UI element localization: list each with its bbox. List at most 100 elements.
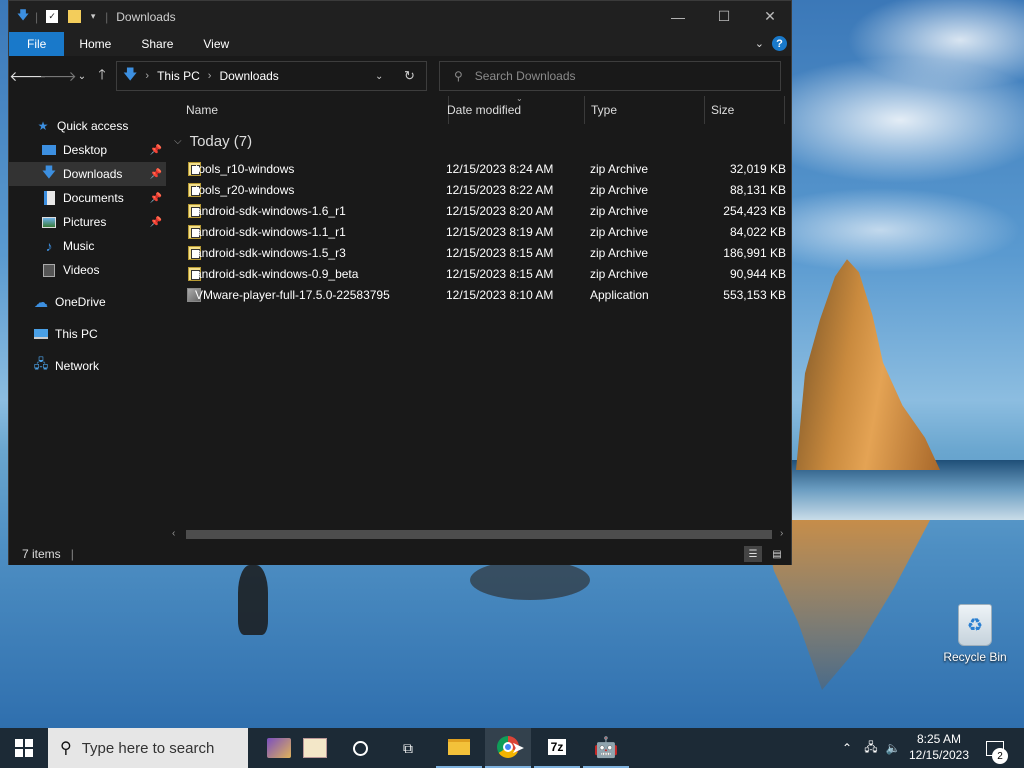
recycle-bin-label: Recycle Bin bbox=[943, 650, 1007, 664]
task-view-icon[interactable]: ⧉ bbox=[385, 728, 431, 768]
sidebar-item-network[interactable]: 🖧 Network bbox=[9, 354, 166, 378]
show-hidden-icons-chevron-icon[interactable]: ⌃ bbox=[838, 739, 856, 757]
file-date: 12/15/2023 8:20 AM bbox=[446, 203, 554, 218]
title-bar[interactable]: 🡇 | ✓ ▾ | Downloads — ☐ ✕ bbox=[9, 1, 791, 32]
seven-zip-label: 7z bbox=[547, 739, 567, 755]
title-separator: | bbox=[105, 9, 109, 24]
collapse-group-chevron-icon[interactable]: ⌵ bbox=[174, 136, 182, 147]
file-row[interactable]: tools_r10-windows 12/15/2023 8:24 AM zip… bbox=[186, 158, 786, 179]
sidebar-item-videos[interactable]: Videos bbox=[9, 258, 166, 282]
taskbar-clock[interactable]: 8:25 AM 12/15/2023 bbox=[905, 731, 973, 763]
search-box[interactable]: ⚲ bbox=[439, 61, 781, 91]
file-row[interactable]: VMware-player-full-17.5.0-22583795 12/15… bbox=[186, 284, 786, 305]
pin-icon[interactable]: 📌 bbox=[150, 217, 162, 228]
network-status-icon[interactable]: 🖧 bbox=[862, 739, 880, 757]
pin-icon[interactable]: 📌 bbox=[150, 193, 162, 204]
cloud-icon: ☁ bbox=[34, 293, 48, 310]
tab-file[interactable]: File bbox=[9, 32, 65, 56]
customize-quick-access-icon[interactable]: ▾ bbox=[85, 9, 101, 25]
sidebar-item-pictures[interactable]: Pictures 📌 bbox=[9, 210, 166, 234]
wallpaper-rock bbox=[796, 259, 940, 470]
back-arrow-icon[interactable]: 🡐 bbox=[9, 66, 47, 86]
expand-ribbon-chevron-icon[interactable]: ⌄ bbox=[755, 37, 764, 50]
large-icons-view-icon[interactable]: ▤ bbox=[768, 546, 786, 562]
tab-view[interactable]: View bbox=[188, 32, 244, 56]
pin-icon[interactable]: 📌 bbox=[150, 169, 162, 180]
sort-indicator-icon: ⌄ bbox=[516, 94, 523, 103]
column-header-size[interactable]: Size bbox=[705, 96, 785, 124]
breadcrumb-separator-icon[interactable]: › bbox=[145, 70, 149, 82]
group-header-today[interactable]: ⌵ Today (7) bbox=[174, 133, 252, 150]
sidebar-item-desktop[interactable]: Desktop 📌 bbox=[9, 138, 166, 162]
sidebar-item-label: OneDrive bbox=[55, 295, 106, 309]
file-date: 12/15/2023 8:22 AM bbox=[446, 182, 554, 197]
tab-home[interactable]: Home bbox=[64, 32, 126, 56]
sidebar-item-onedrive[interactable]: ☁ OneDrive bbox=[9, 290, 166, 314]
file-name: android-sdk-windows-1.1_r1 bbox=[195, 224, 346, 239]
file-row[interactable]: android-sdk-windows-0.9_beta 12/15/2023 … bbox=[186, 263, 786, 284]
help-icon[interactable]: ? bbox=[772, 36, 787, 51]
tab-share[interactable]: Share bbox=[126, 32, 188, 56]
horizontal-scrollbar[interactable]: ‹ › bbox=[166, 526, 791, 543]
notes-app-icon[interactable] bbox=[292, 728, 338, 768]
android-taskbar-icon[interactable]: 🤖 bbox=[583, 728, 629, 768]
properties-icon[interactable]: ✓ bbox=[46, 10, 59, 23]
file-date: 12/15/2023 8:19 AM bbox=[446, 224, 554, 239]
search-input[interactable] bbox=[474, 69, 755, 83]
cortana-icon[interactable] bbox=[337, 728, 383, 768]
ribbon-tabs: File Home Share View ⌄ ? bbox=[9, 32, 791, 56]
refresh-icon[interactable]: ↻ bbox=[404, 68, 415, 84]
sidebar-item-downloads[interactable]: 🡇 Downloads 📌 bbox=[9, 162, 166, 186]
up-arrow-icon[interactable]: 🡑 bbox=[92, 66, 112, 86]
close-button[interactable]: ✕ bbox=[747, 1, 793, 32]
search-icon: ⚲ bbox=[60, 740, 72, 757]
file-name: VMware-player-full-17.5.0-22583795 bbox=[195, 287, 390, 302]
window-title: Downloads bbox=[116, 9, 176, 24]
volume-muted-icon[interactable]: 🔈 bbox=[884, 739, 902, 757]
recycle-bin-shortcut[interactable]: ♻ Recycle Bin bbox=[940, 600, 1010, 664]
column-headers: Name Date modified Type Size ⌄ bbox=[166, 94, 791, 124]
documents-icon bbox=[41, 190, 57, 206]
column-header-type[interactable]: Type bbox=[585, 96, 705, 124]
file-row[interactable]: android-sdk-windows-1.1_r1 12/15/2023 8:… bbox=[186, 221, 786, 242]
file-row[interactable]: android-sdk-windows-1.6_r1 12/15/2023 8:… bbox=[186, 200, 786, 221]
file-name: android-sdk-windows-1.6_r1 bbox=[195, 203, 346, 218]
sidebar-item-this-pc[interactable]: This PC bbox=[9, 322, 166, 346]
scroll-left-icon[interactable]: ‹ bbox=[172, 528, 175, 539]
scroll-right-icon[interactable]: › bbox=[780, 528, 783, 539]
group-label: Today (7) bbox=[189, 133, 253, 150]
seven-zip-taskbar-icon[interactable]: 7z bbox=[534, 728, 580, 768]
sidebar-item-quick-access[interactable]: ★ Quick access bbox=[9, 114, 166, 138]
clock-time: 8:25 AM bbox=[916, 732, 962, 746]
file-date: 12/15/2023 8:15 AM bbox=[446, 245, 554, 260]
sidebar-item-documents[interactable]: Documents 📌 bbox=[9, 186, 166, 210]
column-header-name[interactable]: Name bbox=[180, 96, 449, 124]
maximize-button[interactable]: ☐ bbox=[701, 1, 747, 32]
scrollbar-thumb[interactable] bbox=[186, 530, 772, 539]
breadcrumb-separator-icon[interactable]: › bbox=[208, 70, 212, 82]
download-arrow-icon: 🡇 bbox=[16, 8, 30, 22]
breadcrumb-this-pc[interactable]: This PC bbox=[157, 69, 200, 83]
videos-icon bbox=[41, 262, 57, 278]
address-dropdown-icon[interactable]: ⌄ bbox=[375, 71, 383, 82]
sidebar-item-label: Quick access bbox=[57, 119, 129, 133]
new-folder-icon[interactable] bbox=[68, 10, 82, 23]
status-separator: | bbox=[70, 547, 74, 561]
breadcrumb-downloads[interactable]: Downloads bbox=[219, 69, 278, 83]
minimize-button[interactable]: — bbox=[655, 1, 701, 32]
file-explorer-window: 🡇 | ✓ ▾ | Downloads — ☐ ✕ File Home Shar… bbox=[8, 0, 792, 565]
start-button[interactable] bbox=[0, 728, 48, 768]
taskbar-search-placeholder: Type here to search bbox=[81, 739, 215, 757]
sidebar-item-music[interactable]: ♪ Music bbox=[9, 234, 166, 258]
forward-arrow-icon[interactable]: 🡒 bbox=[39, 66, 77, 86]
pin-icon[interactable]: 📌 bbox=[150, 145, 162, 156]
file-row[interactable]: android-sdk-windows-1.5_r3 12/15/2023 8:… bbox=[186, 242, 786, 263]
column-header-date-modified[interactable]: Date modified bbox=[441, 96, 585, 124]
file-row[interactable]: tools_r20-windows 12/15/2023 8:22 AM zip… bbox=[186, 179, 786, 200]
taskbar-search-box[interactable]: ⚲ Type here to search bbox=[48, 728, 248, 768]
recent-locations-chevron-icon[interactable]: ⌄ bbox=[72, 66, 92, 86]
details-view-icon[interactable]: ☰ bbox=[744, 546, 762, 562]
ribbon-right-controls: ⌄ ? bbox=[755, 36, 787, 51]
address-bar[interactable]: 🡇 › This PC › Downloads ⌄ ↻ bbox=[116, 61, 427, 91]
file-explorer-taskbar-icon[interactable] bbox=[436, 728, 482, 768]
